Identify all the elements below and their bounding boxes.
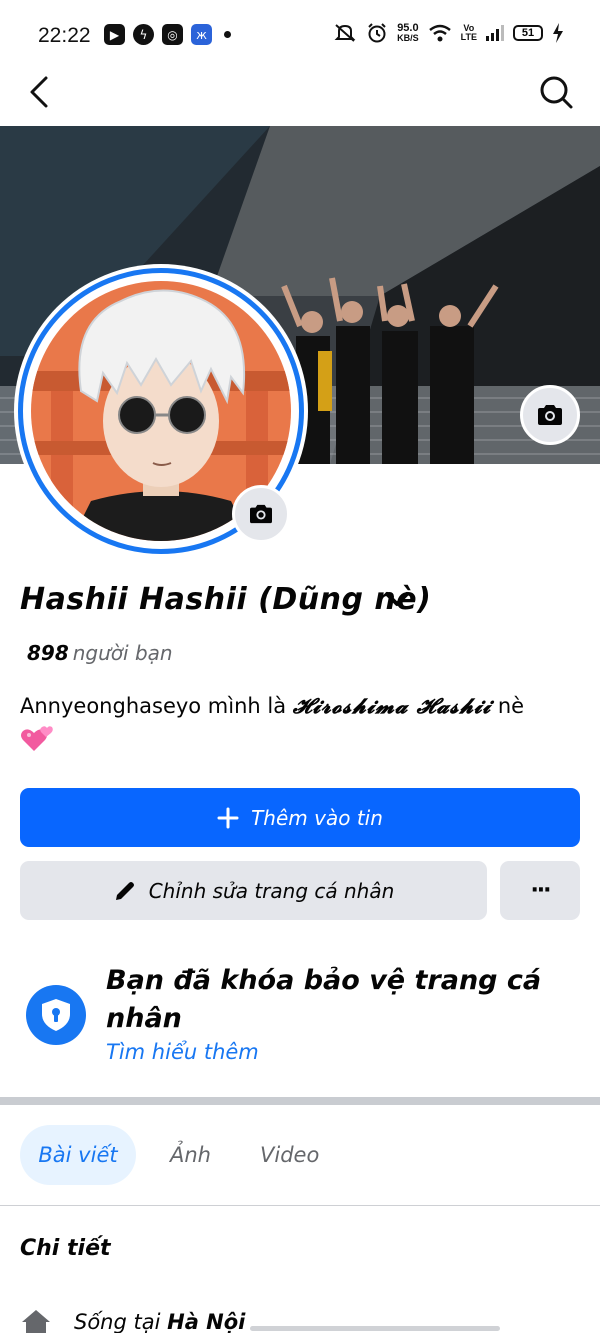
learn-more-link[interactable]: Tìm hiểu thêm (106, 1040, 259, 1064)
details-heading: Chi tiết (20, 1236, 111, 1261)
add-to-story-label: Thêm vào tin (251, 805, 383, 830)
search-icon (540, 76, 573, 109)
tab-photos[interactable]: Ảnh (170, 1125, 211, 1185)
more-options-button[interactable]: ··· (500, 861, 580, 920)
add-to-story-button[interactable]: Thêm vào tin (20, 788, 580, 847)
lives-in-city[interactable]: Hà Nội (167, 1310, 245, 1333)
cover-camera-button[interactable] (520, 385, 580, 445)
plus-icon (217, 807, 239, 828)
profile-name: Hashii Hashii (Dũng nè) (20, 582, 432, 617)
chevron-down-icon (385, 592, 409, 606)
friends-count: 898 (27, 641, 69, 665)
tabs-divider (0, 1205, 600, 1206)
back-button[interactable] (22, 72, 58, 112)
battery-icon: 51 (513, 25, 543, 41)
scroll-indicator (250, 1326, 500, 1331)
status-time: 22:22 (38, 24, 91, 47)
alarm-icon (368, 23, 386, 43)
shield-lock-icon (26, 985, 86, 1045)
bio-text: Annyeonghaseyo mình là (20, 694, 287, 718)
profile-lock-title: Bạn đã khóa bảo vệ trang cá nhân (106, 965, 542, 1034)
system-icons: 95.0 KB/S Vo LTE 51 (333, 22, 564, 44)
instagram-icon: ◎ (162, 24, 183, 45)
search-button[interactable] (536, 72, 576, 112)
camera-icon (250, 504, 272, 524)
network-speed: 95.0 KB/S (397, 22, 419, 44)
profile-switch-button[interactable] (382, 588, 412, 612)
pencil-icon (115, 881, 134, 900)
signal-icon (486, 25, 504, 41)
network-speed-value: 95.0 (397, 22, 419, 34)
volte-bottom: LTE (460, 32, 477, 42)
camera-icon (538, 405, 562, 425)
lives-in-prefix: Sống tại (74, 1310, 161, 1333)
more-notifications-dot-icon (224, 31, 231, 38)
revolving-hearts-icon (21, 726, 53, 751)
wifi-icon (428, 24, 451, 42)
volte-indicator: Vo LTE (461, 24, 477, 42)
section-divider (0, 1097, 600, 1105)
charging-icon (553, 23, 563, 43)
battery-level: 51 (521, 27, 535, 39)
edit-profile-button[interactable]: Chỉnh sửa trang cá nhân (20, 861, 487, 920)
lives-in-detail: Sống tại Hà Nội (74, 1310, 245, 1333)
top-navigation (0, 68, 600, 126)
youtube-icon: ▶ (104, 24, 125, 45)
home-icon (20, 1308, 52, 1333)
bio-suffix: nè (497, 694, 525, 718)
app-notification-icon: ж (191, 24, 212, 45)
edit-profile-label: Chỉnh sửa trang cá nhân (148, 878, 395, 903)
mute-icon (334, 24, 356, 42)
avatar-camera-button[interactable] (232, 485, 290, 543)
friends-count-link[interactable]: 898 người bạn (27, 641, 173, 665)
profile-bio: Annyeonghaseyo mình là 𝓗𝓲𝓻𝓸𝓼𝓱𝓲𝓶𝓪 𝓗𝓪𝓼𝓱𝓲𝓲 … (20, 690, 580, 754)
network-speed-unit: KB/S (397, 33, 419, 43)
status-bar: 22:22 ▶ ϟ ◎ ж 95.0 KB/S Vo LTE 51 (0, 0, 600, 68)
tab-video[interactable]: Video (260, 1125, 319, 1185)
messenger-icon: ϟ (133, 24, 154, 45)
bio-fancy-name: 𝓗𝓲𝓻𝓸𝓼𝓱𝓲𝓶𝓪 𝓗𝓪𝓼𝓱𝓲𝓲 (292, 693, 492, 718)
more-options-icon: ··· (530, 878, 551, 903)
notification-icons: ▶ ϟ ◎ ж (104, 24, 231, 45)
tab-posts[interactable]: Bài viết (20, 1125, 136, 1185)
friends-label: người bạn (72, 641, 173, 665)
chevron-left-icon (30, 76, 48, 108)
